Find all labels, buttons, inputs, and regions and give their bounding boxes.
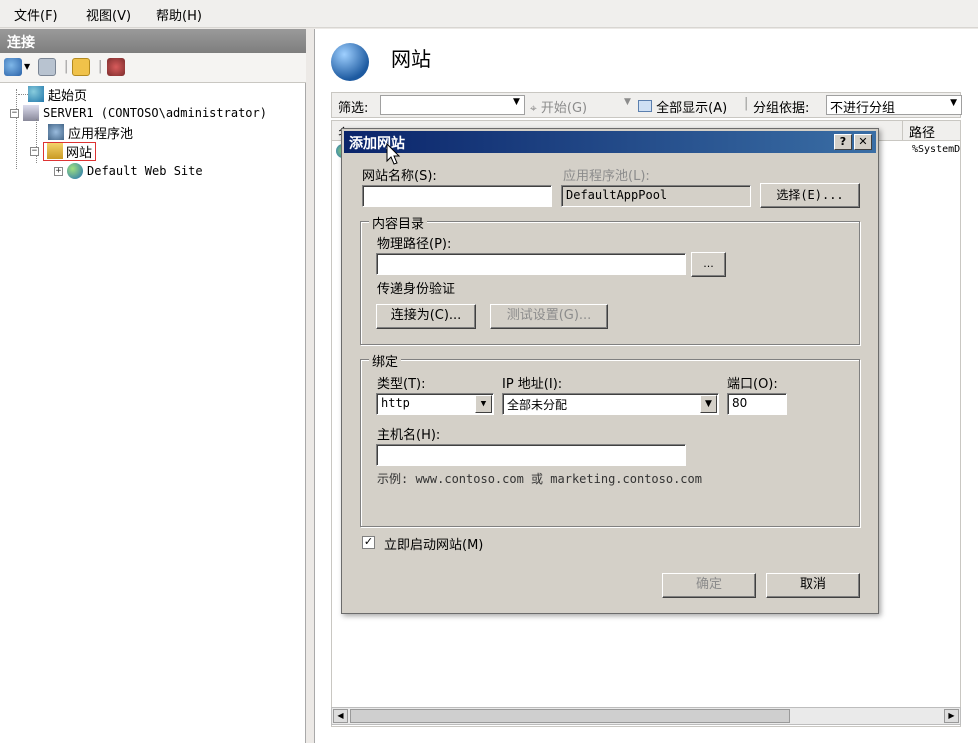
save-icon[interactable] (38, 58, 56, 76)
browse-button[interactable]: ... (691, 252, 726, 277)
filter-input[interactable] (380, 95, 525, 115)
tree-item-sites[interactable]: − 网站 (30, 141, 97, 161)
host-name-label: 主机名(H): (377, 428, 441, 443)
sites-globe-icon (331, 43, 369, 81)
physical-path-label: 物理路径(P): (377, 237, 452, 252)
host-name-example: 示例: www.contoso.com 或 marketing.contoso.… (377, 472, 702, 486)
group-by-select[interactable]: 不进行分组 ▼ (826, 95, 962, 116)
binoculars-icon: ⌖ (530, 101, 537, 115)
collapse-icon[interactable]: − (30, 146, 39, 156)
connections-header: 连接 (0, 29, 306, 53)
tree-label: 网站 (66, 145, 93, 161)
host-name-input[interactable] (376, 444, 686, 466)
connections-panel: 连接 ▼ | | 起始页 − SERVER1 (CONTOSO\administ… (0, 29, 306, 743)
dropdown-arrow-icon[interactable]: ▼ (24, 62, 30, 71)
filter-label: 筛选: (338, 101, 369, 116)
site-name-label: 网站名称(S): (362, 169, 437, 184)
ip-dropdown-icon: ▼ (700, 395, 717, 413)
show-all-button[interactable]: 全部显示(A) (638, 97, 727, 116)
mouse-cursor-icon (386, 143, 401, 165)
start-now-label: 立即启动网站(M) (384, 538, 484, 553)
cancel-button[interactable]: 取消 (766, 573, 860, 598)
tree-label: 起始页 (48, 88, 88, 104)
tree-item-default-web-site[interactable]: + Default Web Site (54, 162, 203, 180)
filter-dropdown-icon[interactable]: ▼ (513, 97, 520, 107)
menu-bar: 文件(F) 视图(V) 帮助(H) (0, 0, 978, 28)
help-button[interactable]: ? (834, 134, 852, 150)
tree-item-app-pools[interactable]: 应用程序池 (38, 123, 134, 142)
show-all-icon (638, 100, 652, 112)
connections-toolbar: ▼ | | (0, 53, 306, 83)
test-settings-button[interactable]: 测试设置(G)... (490, 304, 608, 329)
scroll-thumb[interactable] (350, 709, 790, 723)
start-dropdown-icon[interactable]: ▼ (624, 97, 631, 107)
connect-as-button[interactable]: 连接为(C)... (376, 304, 476, 329)
group-by-label: 分组依据: (753, 101, 810, 116)
start-now-checkbox[interactable]: ✓ (362, 536, 375, 549)
port-label: 端口(O): (727, 377, 778, 392)
physical-path-input[interactable] (376, 253, 686, 275)
add-website-dialog: 添加网站 ? ✕ 网站名称(S): 应用程序池(L): DefaultAppPo… (341, 128, 879, 614)
dialog-titlebar: 添加网站 ? ✕ (344, 131, 876, 153)
port-input[interactable]: 80 (727, 393, 787, 415)
app-pool-label: 应用程序池(L): (563, 169, 650, 184)
group-by-dropdown-icon: ▼ (950, 98, 957, 108)
scroll-left-icon[interactable]: ◀ (333, 709, 348, 723)
type-select[interactable]: http ▼ (376, 393, 494, 415)
folder-up-icon[interactable] (72, 58, 90, 76)
sites-folder-icon (47, 143, 63, 159)
tree-label: SERVER1 (CONTOSO\administrator) (43, 106, 267, 120)
tree-item-start-page[interactable]: 起始页 (18, 85, 88, 104)
collapse-icon[interactable]: − (10, 108, 19, 118)
tree-item-server[interactable]: − SERVER1 (CONTOSO\administrator) (10, 104, 267, 122)
start-page-icon (28, 86, 44, 102)
tree-label: Default Web Site (87, 164, 203, 178)
pass-through-auth-label: 传递身份验证 (377, 282, 456, 297)
type-label: 类型(T): (377, 377, 426, 392)
close-button[interactable]: ✕ (854, 134, 872, 150)
app-pool-field: DefaultAppPool (561, 185, 751, 207)
horizontal-scrollbar[interactable]: ◀ ▶ (331, 707, 961, 725)
start-filter-button[interactable]: ⌖ 开始(G) (530, 97, 587, 116)
filter-bar: 筛选: ▼ ⌖ 开始(G) ▼ 全部显示(A) | 分组依据: 不进行分组 ▼ (331, 92, 962, 118)
ip-address-select[interactable]: 全部未分配 ▼ (502, 393, 719, 415)
page-title: 网站 (391, 47, 431, 71)
disconnect-icon[interactable] (107, 58, 125, 76)
binding-group: 绑定 类型(T): http ▼ IP 地址(I): 全部未分配 ▼ 端口(O)… (360, 351, 860, 527)
globe-icon (67, 163, 83, 179)
select-app-pool-button[interactable]: 选择(E)... (760, 183, 860, 208)
connect-icon[interactable] (4, 58, 22, 76)
tree-label: 应用程序池 (68, 126, 134, 142)
menu-view[interactable]: 视图(V) (86, 5, 131, 24)
content-directory-group: 内容目录 物理路径(P): ... 传递身份验证 连接为(C)... 测试设置(… (360, 213, 860, 345)
ip-address-label: IP 地址(I): (502, 377, 563, 392)
content-directory-caption: 内容目录 (369, 213, 428, 232)
ok-button[interactable]: 确定 (662, 573, 756, 598)
menu-file[interactable]: 文件(F) (14, 5, 58, 24)
column-header-path[interactable]: 路径 (902, 121, 941, 141)
site-name-input[interactable] (362, 185, 552, 207)
binding-caption: 绑定 (369, 351, 402, 370)
menu-help[interactable]: 帮助(H) (156, 5, 202, 24)
scroll-right-icon[interactable]: ▶ (944, 709, 959, 723)
app-pool-icon (48, 124, 64, 140)
expand-icon[interactable]: + (54, 166, 63, 176)
path-cell: %SystemD (912, 144, 961, 155)
type-dropdown-icon: ▼ (475, 395, 492, 413)
